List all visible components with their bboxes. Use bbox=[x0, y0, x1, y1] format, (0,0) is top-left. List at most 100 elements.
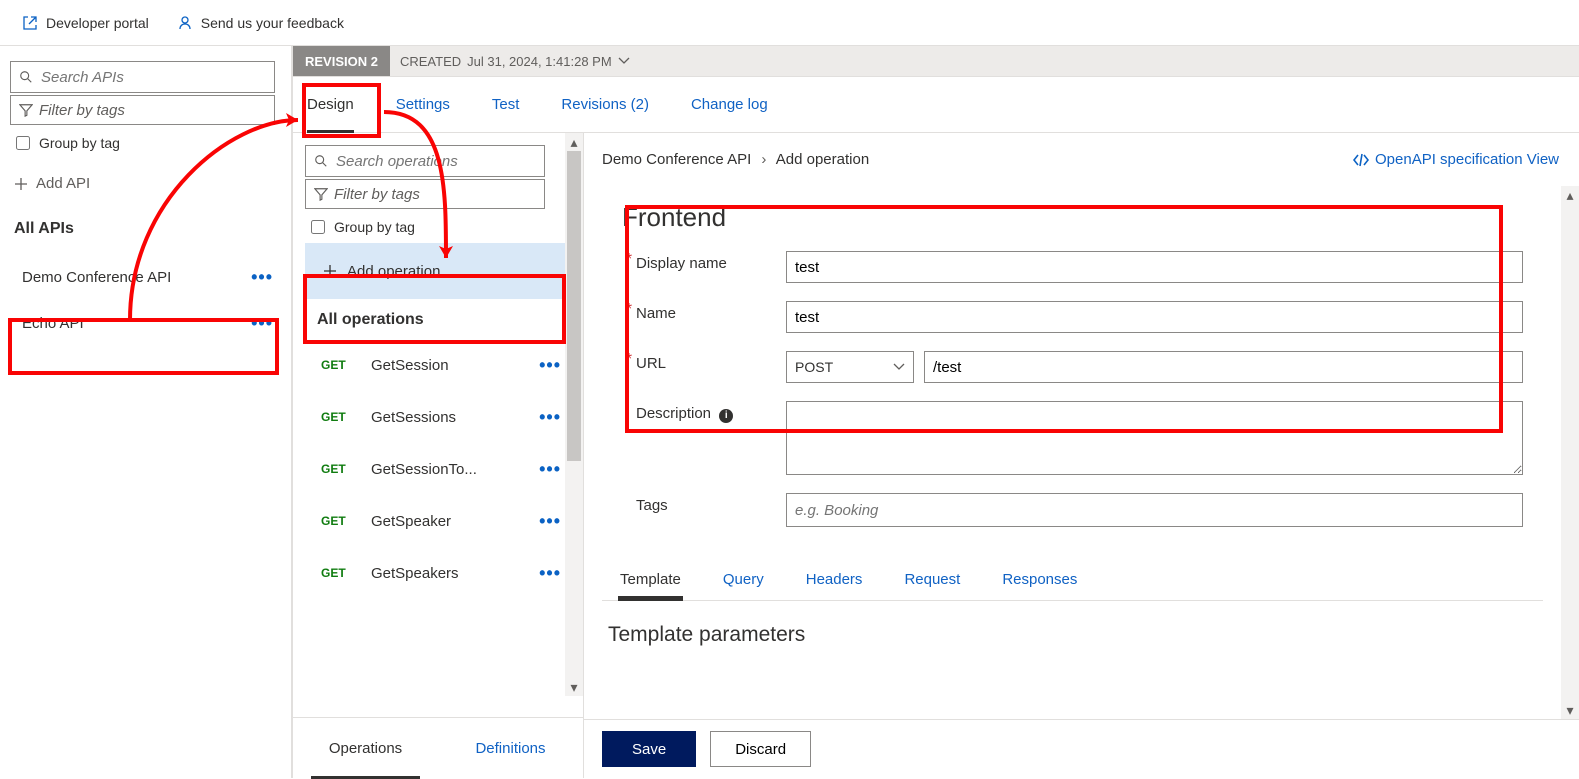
developer-portal-link[interactable]: Developer portal bbox=[22, 15, 149, 31]
op-method: GET bbox=[321, 462, 353, 476]
tab-revisions[interactable]: Revisions (2) bbox=[561, 77, 649, 132]
search-apis-field[interactable] bbox=[39, 68, 266, 87]
template-parameters-header: Template parameters bbox=[608, 623, 1543, 647]
op-more-button[interactable]: ••• bbox=[539, 563, 561, 584]
op-method: GET bbox=[321, 566, 353, 580]
api-item-echo[interactable]: Echo API ••• bbox=[10, 300, 281, 346]
revision-badge[interactable]: REVISION 2 bbox=[293, 46, 390, 76]
operations-panel: Filter by tags Group by tag Add operatio… bbox=[293, 133, 584, 778]
op-method: GET bbox=[321, 410, 353, 424]
external-link-icon bbox=[22, 15, 38, 31]
operation-item[interactable]: GETGetSpeaker••• bbox=[305, 495, 571, 547]
openapi-spec-label: OpenAPI specification View bbox=[1375, 151, 1559, 168]
ops-tab-definitions[interactable]: Definitions bbox=[438, 718, 583, 778]
openapi-spec-link[interactable]: OpenAPI specification View bbox=[1353, 151, 1559, 168]
display-name-label: Display name bbox=[636, 251, 786, 272]
add-api-button[interactable]: Add API bbox=[14, 175, 281, 192]
filter-icon bbox=[314, 187, 328, 201]
name-input[interactable] bbox=[786, 301, 1523, 333]
tab-test[interactable]: Test bbox=[492, 77, 520, 132]
display-name-input[interactable] bbox=[786, 251, 1523, 283]
filter-placeholder: Filter by tags bbox=[39, 102, 125, 119]
info-icon[interactable]: i bbox=[719, 409, 733, 423]
operation-item[interactable]: GETGetSession••• bbox=[305, 339, 571, 391]
search-apis-input[interactable] bbox=[10, 61, 275, 93]
ops-tab-operations[interactable]: Operations bbox=[293, 718, 438, 778]
discard-button[interactable]: Discard bbox=[710, 731, 811, 767]
search-icon bbox=[19, 70, 33, 84]
breadcrumb-api[interactable]: Demo Conference API bbox=[602, 151, 751, 168]
add-operation-label: Add operation bbox=[347, 263, 440, 280]
filter-placeholder: Filter by tags bbox=[334, 186, 420, 203]
apis-sidebar: Filter by tags Group by tag Add API All … bbox=[0, 46, 293, 778]
chevron-down-icon bbox=[618, 57, 630, 65]
operation-item[interactable]: GET GetSessionTo... ••• bbox=[305, 443, 571, 495]
http-method-select[interactable]: POST bbox=[786, 351, 914, 383]
ops-group-by-tag-label: Group by tag bbox=[334, 219, 415, 235]
breadcrumb-sep: › bbox=[761, 151, 766, 168]
search-icon bbox=[314, 154, 328, 168]
subtab-responses[interactable]: Responses bbox=[1002, 571, 1077, 600]
main-tabs: Design Settings Test Revisions (2) Chang… bbox=[293, 77, 1579, 133]
api-name: Echo API bbox=[22, 315, 84, 332]
url-path-input[interactable] bbox=[924, 351, 1523, 383]
tab-design[interactable]: Design bbox=[307, 77, 354, 132]
scroll-down-icon[interactable]: ▾ bbox=[1561, 701, 1579, 719]
op-method: GET bbox=[321, 514, 353, 528]
plus-icon bbox=[14, 177, 28, 191]
op-more-button[interactable]: ••• bbox=[539, 511, 561, 532]
tags-input[interactable] bbox=[786, 493, 1523, 527]
feedback-label: Send us your feedback bbox=[201, 15, 344, 31]
subtab-template[interactable]: Template bbox=[620, 571, 681, 600]
all-operations-header: All operations bbox=[317, 311, 571, 329]
op-more-button[interactable]: ••• bbox=[539, 459, 561, 480]
feedback-link[interactable]: Send us your feedback bbox=[177, 15, 344, 31]
subtab-query[interactable]: Query bbox=[723, 571, 764, 600]
scroll-down-icon[interactable]: ▾ bbox=[565, 678, 583, 696]
op-name: GetSessionTo... bbox=[371, 461, 521, 478]
group-by-tag-label: Group by tag bbox=[39, 135, 120, 151]
ops-scrollbar[interactable]: ▴ ▾ bbox=[565, 133, 583, 696]
chevron-down-icon bbox=[893, 363, 905, 371]
filter-operations-input[interactable]: Filter by tags bbox=[305, 179, 545, 209]
description-textarea[interactable] bbox=[786, 401, 1523, 475]
name-label: Name bbox=[636, 301, 786, 322]
op-more-button[interactable]: ••• bbox=[539, 355, 561, 376]
filter-apis-input[interactable]: Filter by tags bbox=[10, 95, 275, 125]
op-name: GetSessions bbox=[371, 409, 521, 426]
required-marker: * bbox=[622, 301, 636, 319]
scroll-up-icon[interactable]: ▴ bbox=[565, 133, 583, 151]
scrollbar-thumb[interactable] bbox=[567, 151, 581, 461]
api-more-button[interactable]: ••• bbox=[251, 267, 273, 288]
all-apis-header: All APIs bbox=[14, 220, 281, 238]
op-more-button[interactable]: ••• bbox=[539, 407, 561, 428]
tab-settings[interactable]: Settings bbox=[396, 77, 450, 132]
breadcrumb-op: Add operation bbox=[776, 151, 869, 168]
breadcrumb: Demo Conference API › Add operation bbox=[602, 151, 869, 168]
button-bar: Save Discard bbox=[584, 719, 1579, 778]
api-more-button[interactable]: ••• bbox=[251, 313, 273, 334]
operation-item[interactable]: GET GetSessions ••• bbox=[305, 391, 571, 443]
plus-icon bbox=[323, 264, 337, 278]
sub-tabs: Template Query Headers Request Responses bbox=[602, 559, 1543, 601]
subtab-request[interactable]: Request bbox=[904, 571, 960, 600]
top-toolbar: Developer portal Send us your feedback bbox=[0, 0, 1579, 46]
search-operations-input[interactable] bbox=[305, 145, 545, 177]
required-marker: * bbox=[622, 251, 636, 269]
code-icon bbox=[1353, 152, 1369, 168]
scroll-up-icon[interactable]: ▴ bbox=[1561, 186, 1579, 204]
save-button[interactable]: Save bbox=[602, 731, 696, 767]
feedback-icon bbox=[177, 15, 193, 31]
form-scrollbar[interactable]: ▴ ▾ bbox=[1561, 186, 1579, 719]
tab-changelog[interactable]: Change log bbox=[691, 77, 768, 132]
api-item-demo-conference[interactable]: Demo Conference API ••• bbox=[10, 254, 281, 300]
search-operations-field[interactable] bbox=[334, 152, 536, 171]
required-marker: * bbox=[622, 351, 636, 369]
add-operation-button[interactable]: Add operation bbox=[305, 243, 571, 299]
operation-item[interactable]: GETGetSpeakers••• bbox=[305, 547, 571, 599]
op-name: GetSession bbox=[371, 357, 521, 374]
ops-group-by-tag-checkbox[interactable] bbox=[311, 220, 325, 234]
revision-created[interactable]: CREATED Jul 31, 2024, 1:41:28 PM bbox=[390, 54, 640, 69]
group-by-tag-checkbox[interactable] bbox=[16, 136, 30, 150]
subtab-headers[interactable]: Headers bbox=[806, 571, 863, 600]
